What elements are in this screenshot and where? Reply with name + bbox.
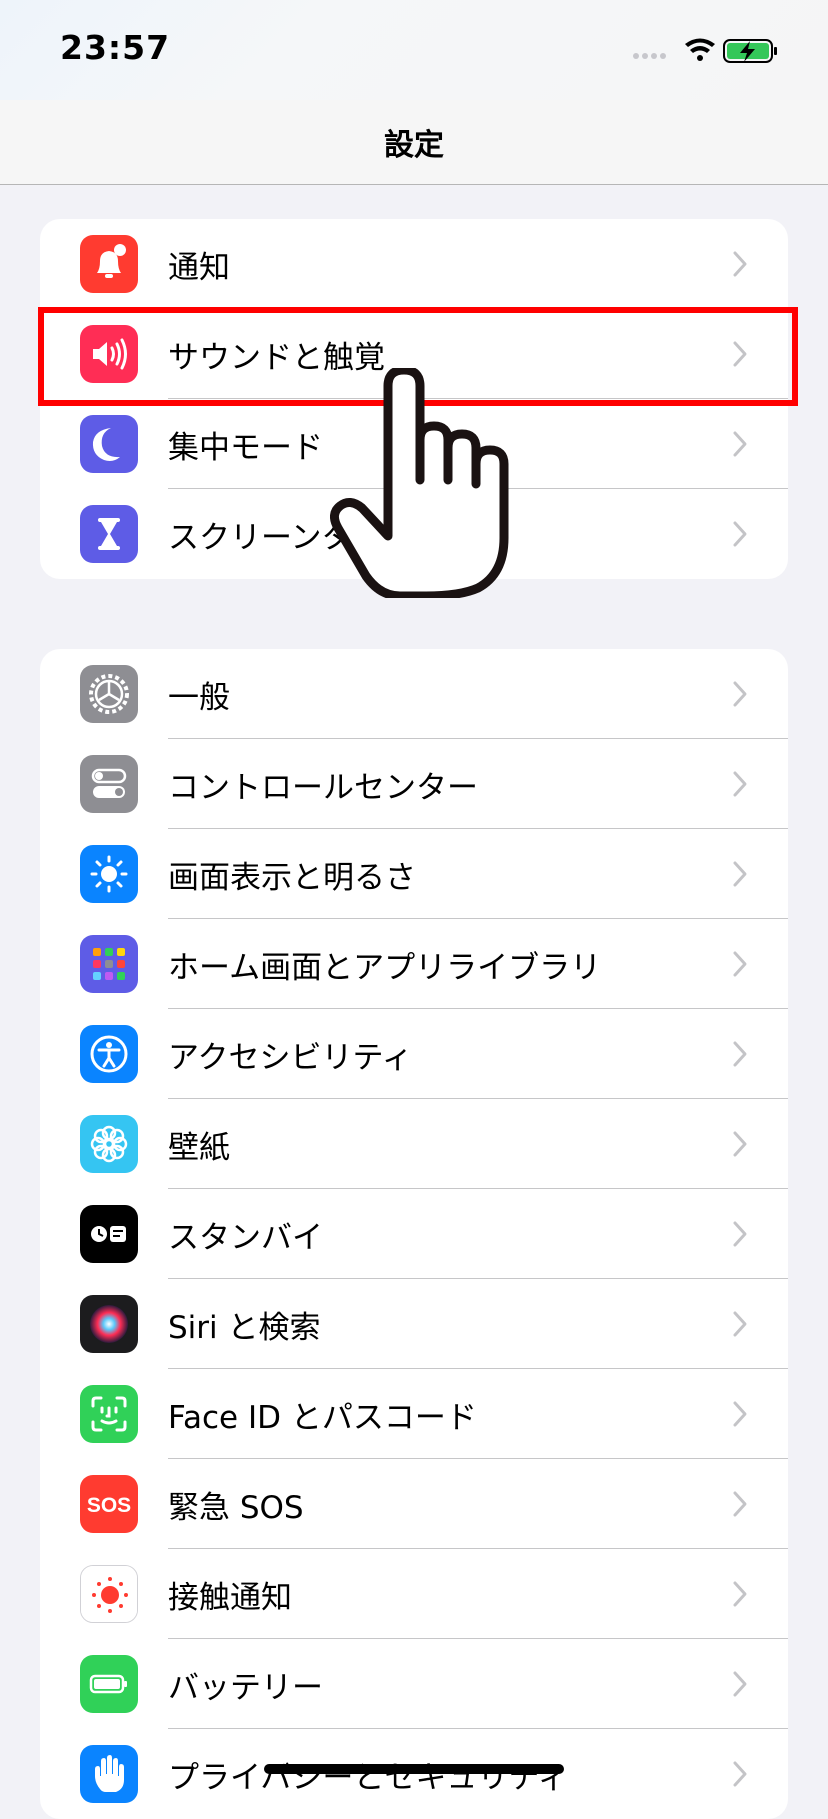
row-label: スタンバイ <box>168 1220 323 1256</box>
face-id-icon <box>80 1385 138 1443</box>
settings-row-emergency-sos[interactable]: SOS 緊急 SOS <box>40 1459 788 1549</box>
row-label: 画面表示と明るさ <box>168 860 416 896</box>
chevron-right-icon <box>733 1671 747 1697</box>
row-label: 通知 <box>168 250 230 286</box>
battery-icon <box>80 1655 138 1713</box>
status-time: 23:57 <box>60 28 171 67</box>
exposure-notification-icon <box>80 1565 138 1623</box>
settings-row-focus[interactable]: 集中モード <box>40 399 788 489</box>
row-label: 壁紙 <box>168 1130 230 1166</box>
chevron-right-icon <box>733 431 747 457</box>
row-label: 集中モード <box>168 430 323 466</box>
settings-row-general[interactable]: 一般 <box>40 649 788 739</box>
settings-row-screen-time[interactable]: スクリーンタイム <box>40 489 788 579</box>
settings-row-exposure-notifications[interactable]: 接触通知 <box>40 1549 788 1639</box>
row-label: サウンドと触覚 <box>168 340 385 376</box>
chevron-right-icon <box>733 1761 747 1787</box>
row-label: スクリーンタイム <box>168 520 414 556</box>
chevron-right-icon <box>733 1311 747 1337</box>
signal-dots-icon <box>633 53 666 59</box>
chevron-right-icon <box>733 341 747 367</box>
svg-text:SOS: SOS <box>87 1494 131 1517</box>
chevron-right-icon <box>733 1131 747 1157</box>
wifi-icon <box>685 38 715 61</box>
accessibility-icon <box>80 1025 138 1083</box>
settings-row-home-screen-app-library[interactable]: ホーム画面とアプリライブラリ <box>40 919 788 1009</box>
standby-icon <box>80 1205 138 1263</box>
status-bar: 23:57 <box>0 0 828 100</box>
settings-row-notifications[interactable]: 通知 <box>40 219 788 309</box>
siri-icon <box>80 1295 138 1353</box>
speaker-icon <box>80 325 138 383</box>
toggles-icon <box>80 755 138 813</box>
row-label: ホーム画面とアプリライブラリ <box>168 950 602 986</box>
row-label: バッテリー <box>168 1670 323 1706</box>
chevron-right-icon <box>733 681 747 707</box>
sun-icon <box>80 845 138 903</box>
sos-icon: SOS <box>80 1475 138 1533</box>
settings-row-privacy-security[interactable]: プライバシーとセキュリティ <box>40 1729 788 1819</box>
settings-group-1: 通知 サウンドと触覚 集中モード スクリーンタイム <box>40 219 788 579</box>
row-label: 接触通知 <box>168 1580 292 1616</box>
hand-raised-icon <box>80 1745 138 1803</box>
chevron-right-icon <box>733 1491 747 1517</box>
row-label: アクセシビリティ <box>168 1040 413 1076</box>
navigation-bar: 設定 <box>0 100 828 185</box>
chevron-right-icon <box>733 861 747 887</box>
page-title: 設定 <box>384 128 444 163</box>
settings-group-2: 一般 コントロールセンター 画面表示と明るさ ホーム画面とアプリライブラリ アク… <box>40 649 788 1819</box>
settings-row-sounds-haptics[interactable]: サウンドと触覚 <box>40 309 788 399</box>
chevron-right-icon <box>733 1401 747 1427</box>
hourglass-icon <box>80 505 138 563</box>
chevron-right-icon <box>733 251 747 277</box>
row-label: コントロールセンター <box>168 770 478 806</box>
settings-row-battery[interactable]: バッテリー <box>40 1639 788 1729</box>
settings-row-siri-search[interactable]: Siri と検索 <box>40 1279 788 1369</box>
settings-row-face-id-passcode[interactable]: Face ID とパスコード <box>40 1369 788 1459</box>
battery-charging-icon <box>723 39 777 63</box>
row-label: 一般 <box>168 680 230 716</box>
row-label: 緊急 SOS <box>168 1490 304 1526</box>
chevron-right-icon <box>733 771 747 797</box>
chevron-right-icon <box>733 1221 747 1247</box>
settings-row-control-center[interactable]: コントロールセンター <box>40 739 788 829</box>
row-label: Face ID とパスコード <box>168 1400 477 1436</box>
settings-row-standby[interactable]: スタンバイ <box>40 1189 788 1279</box>
row-label: Siri と検索 <box>168 1310 321 1346</box>
gear-icon <box>80 665 138 723</box>
notification-bell-icon <box>80 235 138 293</box>
app-grid-icon <box>80 935 138 993</box>
settings-row-accessibility[interactable]: アクセシビリティ <box>40 1009 788 1099</box>
moon-icon <box>80 415 138 473</box>
chevron-right-icon <box>733 1041 747 1067</box>
settings-row-display-brightness[interactable]: 画面表示と明るさ <box>40 829 788 919</box>
chevron-right-icon <box>733 1581 747 1607</box>
chevron-right-icon <box>733 951 747 977</box>
row-label: プライバシーとセキュリティ <box>168 1760 569 1796</box>
flower-icon <box>80 1115 138 1173</box>
home-indicator[interactable] <box>264 1764 564 1774</box>
chevron-right-icon <box>733 521 747 547</box>
status-icons <box>614 36 794 66</box>
settings-row-wallpaper[interactable]: 壁紙 <box>40 1099 788 1189</box>
